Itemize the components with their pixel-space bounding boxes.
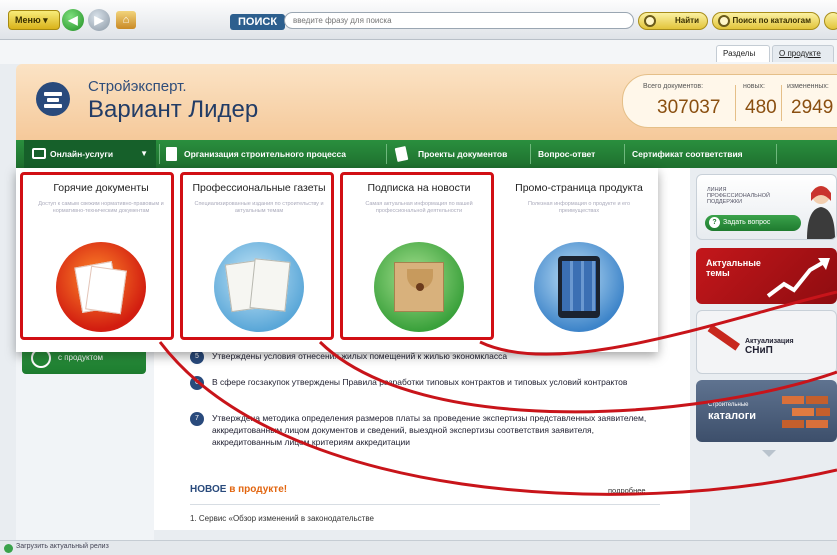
- status-bar: Загрузить актуальный релиз: [0, 540, 837, 555]
- annotation-arrows: [158, 290, 837, 496]
- status-text[interactable]: Загрузить актуальный релиз: [16, 543, 109, 550]
- update-icon: [4, 544, 13, 553]
